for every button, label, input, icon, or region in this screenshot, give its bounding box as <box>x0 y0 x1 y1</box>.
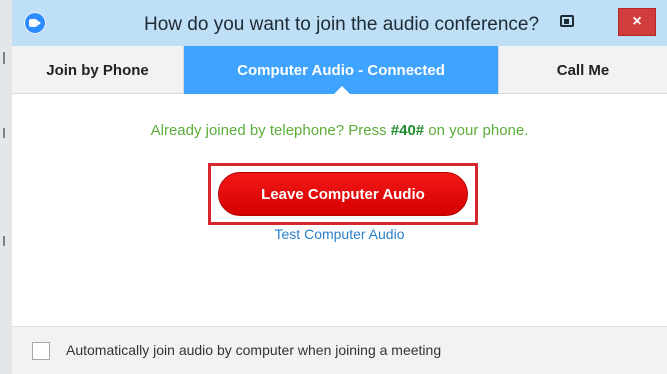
close-button[interactable]: × <box>618 8 656 36</box>
telephone-info-text: Already joined by telephone? Press #40# … <box>12 122 667 139</box>
computer-audio-panel: Already joined by telephone? Press #40# … <box>12 94 667 326</box>
telephone-info-suffix: on your phone. <box>424 122 529 139</box>
background-mark <box>3 236 5 246</box>
close-icon: × <box>632 13 642 30</box>
telephone-code: #40# <box>390 122 425 139</box>
tab-call-me[interactable]: Call Me <box>498 46 667 94</box>
footer-bar: Automatically join audio by computer whe… <box>12 326 667 374</box>
audio-conference-dialog: How do you want to join the audio confer… <box>12 0 667 374</box>
background-mark <box>3 128 5 138</box>
tab-join-by-phone[interactable]: Join by Phone <box>12 46 184 94</box>
auto-join-checkbox[interactable] <box>32 342 50 360</box>
auto-join-label[interactable]: Automatically join audio by computer whe… <box>66 342 441 358</box>
zoom-camera-icon <box>24 12 46 34</box>
title-bar[interactable]: How do you want to join the audio confer… <box>12 0 667 46</box>
window-title: How do you want to join the audio confer… <box>144 14 540 35</box>
test-computer-audio-link[interactable]: Test Computer Audio <box>12 226 667 242</box>
telephone-info-prefix: Already joined by telephone? Press <box>150 122 391 139</box>
leave-computer-audio-button[interactable]: Leave Computer Audio <box>218 172 468 216</box>
background-mark <box>3 52 5 64</box>
window-snap-icon[interactable] <box>560 15 574 27</box>
